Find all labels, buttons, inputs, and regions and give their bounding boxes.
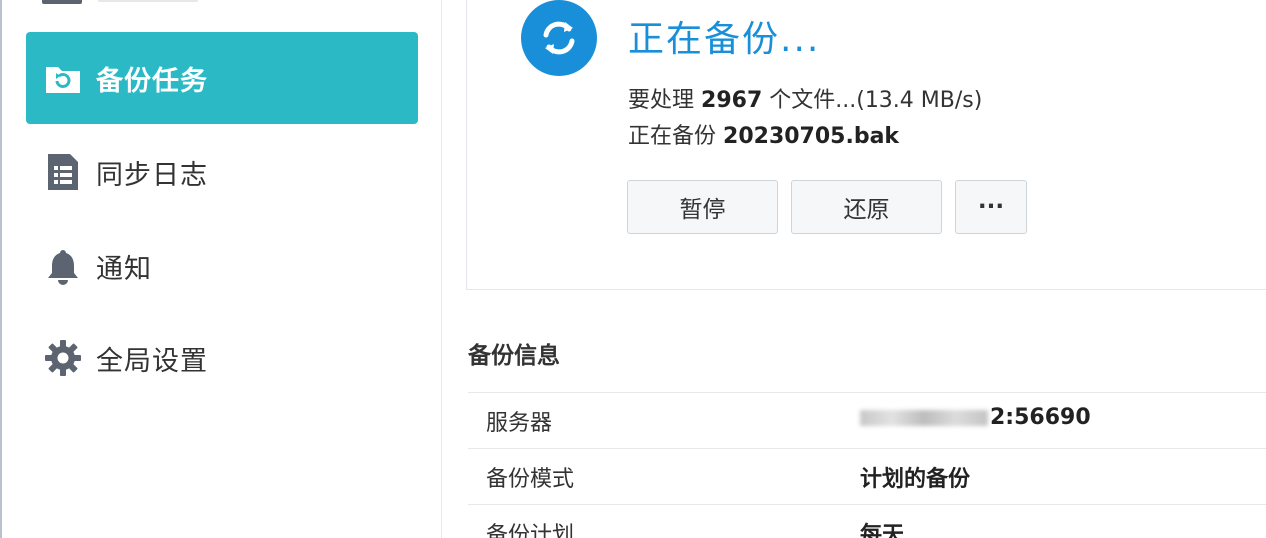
info-label: 备份计划 xyxy=(486,523,575,538)
processing-suffix: 个文件...(13.4 MB/s) xyxy=(769,88,983,113)
info-value: 2:56690 xyxy=(860,405,1091,430)
info-value: 每天 xyxy=(860,523,905,538)
sidebar-item-label: 同步日志 xyxy=(96,159,208,191)
sidebar-item-icon-partial xyxy=(42,0,82,4)
current-file: 20230705.bak xyxy=(723,124,900,149)
sidebar-item-label: 全局设置 xyxy=(96,345,208,377)
sidebar-item-backup-tasks[interactable]: 备份任务 xyxy=(26,32,418,124)
info-row-server: 服务器 2:56690 xyxy=(468,392,1266,448)
processing-prefix: 要处理 xyxy=(628,88,695,113)
sidebar-item-sync-log[interactable]: 同步日志 xyxy=(26,126,418,218)
status-title: 正在备份... xyxy=(628,19,821,60)
info-row-backup-mode: 备份模式 计划的备份 xyxy=(468,448,1266,504)
processing-status: 要处理 2967 个文件...(13.4 MB/s) xyxy=(628,82,982,114)
more-options-button[interactable]: ··· xyxy=(955,180,1027,234)
gear-icon xyxy=(44,339,82,377)
sidebar: 备份任务 同步日志 通知 全局设置 xyxy=(0,0,442,538)
file-count: 2967 xyxy=(701,88,763,113)
sync-icon xyxy=(521,0,597,76)
sidebar-item-label: 通知 xyxy=(96,253,152,285)
redacted-address xyxy=(860,410,988,426)
current-prefix: 正在备份 xyxy=(628,124,717,149)
bell-icon xyxy=(44,247,82,285)
backup-folder-icon xyxy=(44,59,82,97)
pause-button[interactable]: 暂停 xyxy=(627,180,778,234)
sidebar-item-label-partial xyxy=(98,0,198,2)
current-file-status: 正在备份 20230705.bak xyxy=(628,118,899,150)
sidebar-item-notifications[interactable]: 通知 xyxy=(26,220,418,312)
restore-button[interactable]: 还原 xyxy=(791,180,942,234)
backup-info-title: 备份信息 xyxy=(468,343,560,369)
info-value: 计划的备份 xyxy=(860,467,971,492)
server-port: 2:56690 xyxy=(990,405,1091,430)
sidebar-item-label: 备份任务 xyxy=(96,65,208,97)
info-label: 备份模式 xyxy=(486,467,575,492)
log-list-icon xyxy=(44,153,82,191)
info-row-backup-schedule: 备份计划 每天 xyxy=(468,504,1266,538)
backup-app: 备份任务 同步日志 通知 全局设置 正在备份... 要处理 2967 个文件..… xyxy=(0,0,1266,538)
sidebar-item-global-settings[interactable]: 全局设置 xyxy=(26,312,418,404)
info-label: 服务器 xyxy=(486,411,553,436)
